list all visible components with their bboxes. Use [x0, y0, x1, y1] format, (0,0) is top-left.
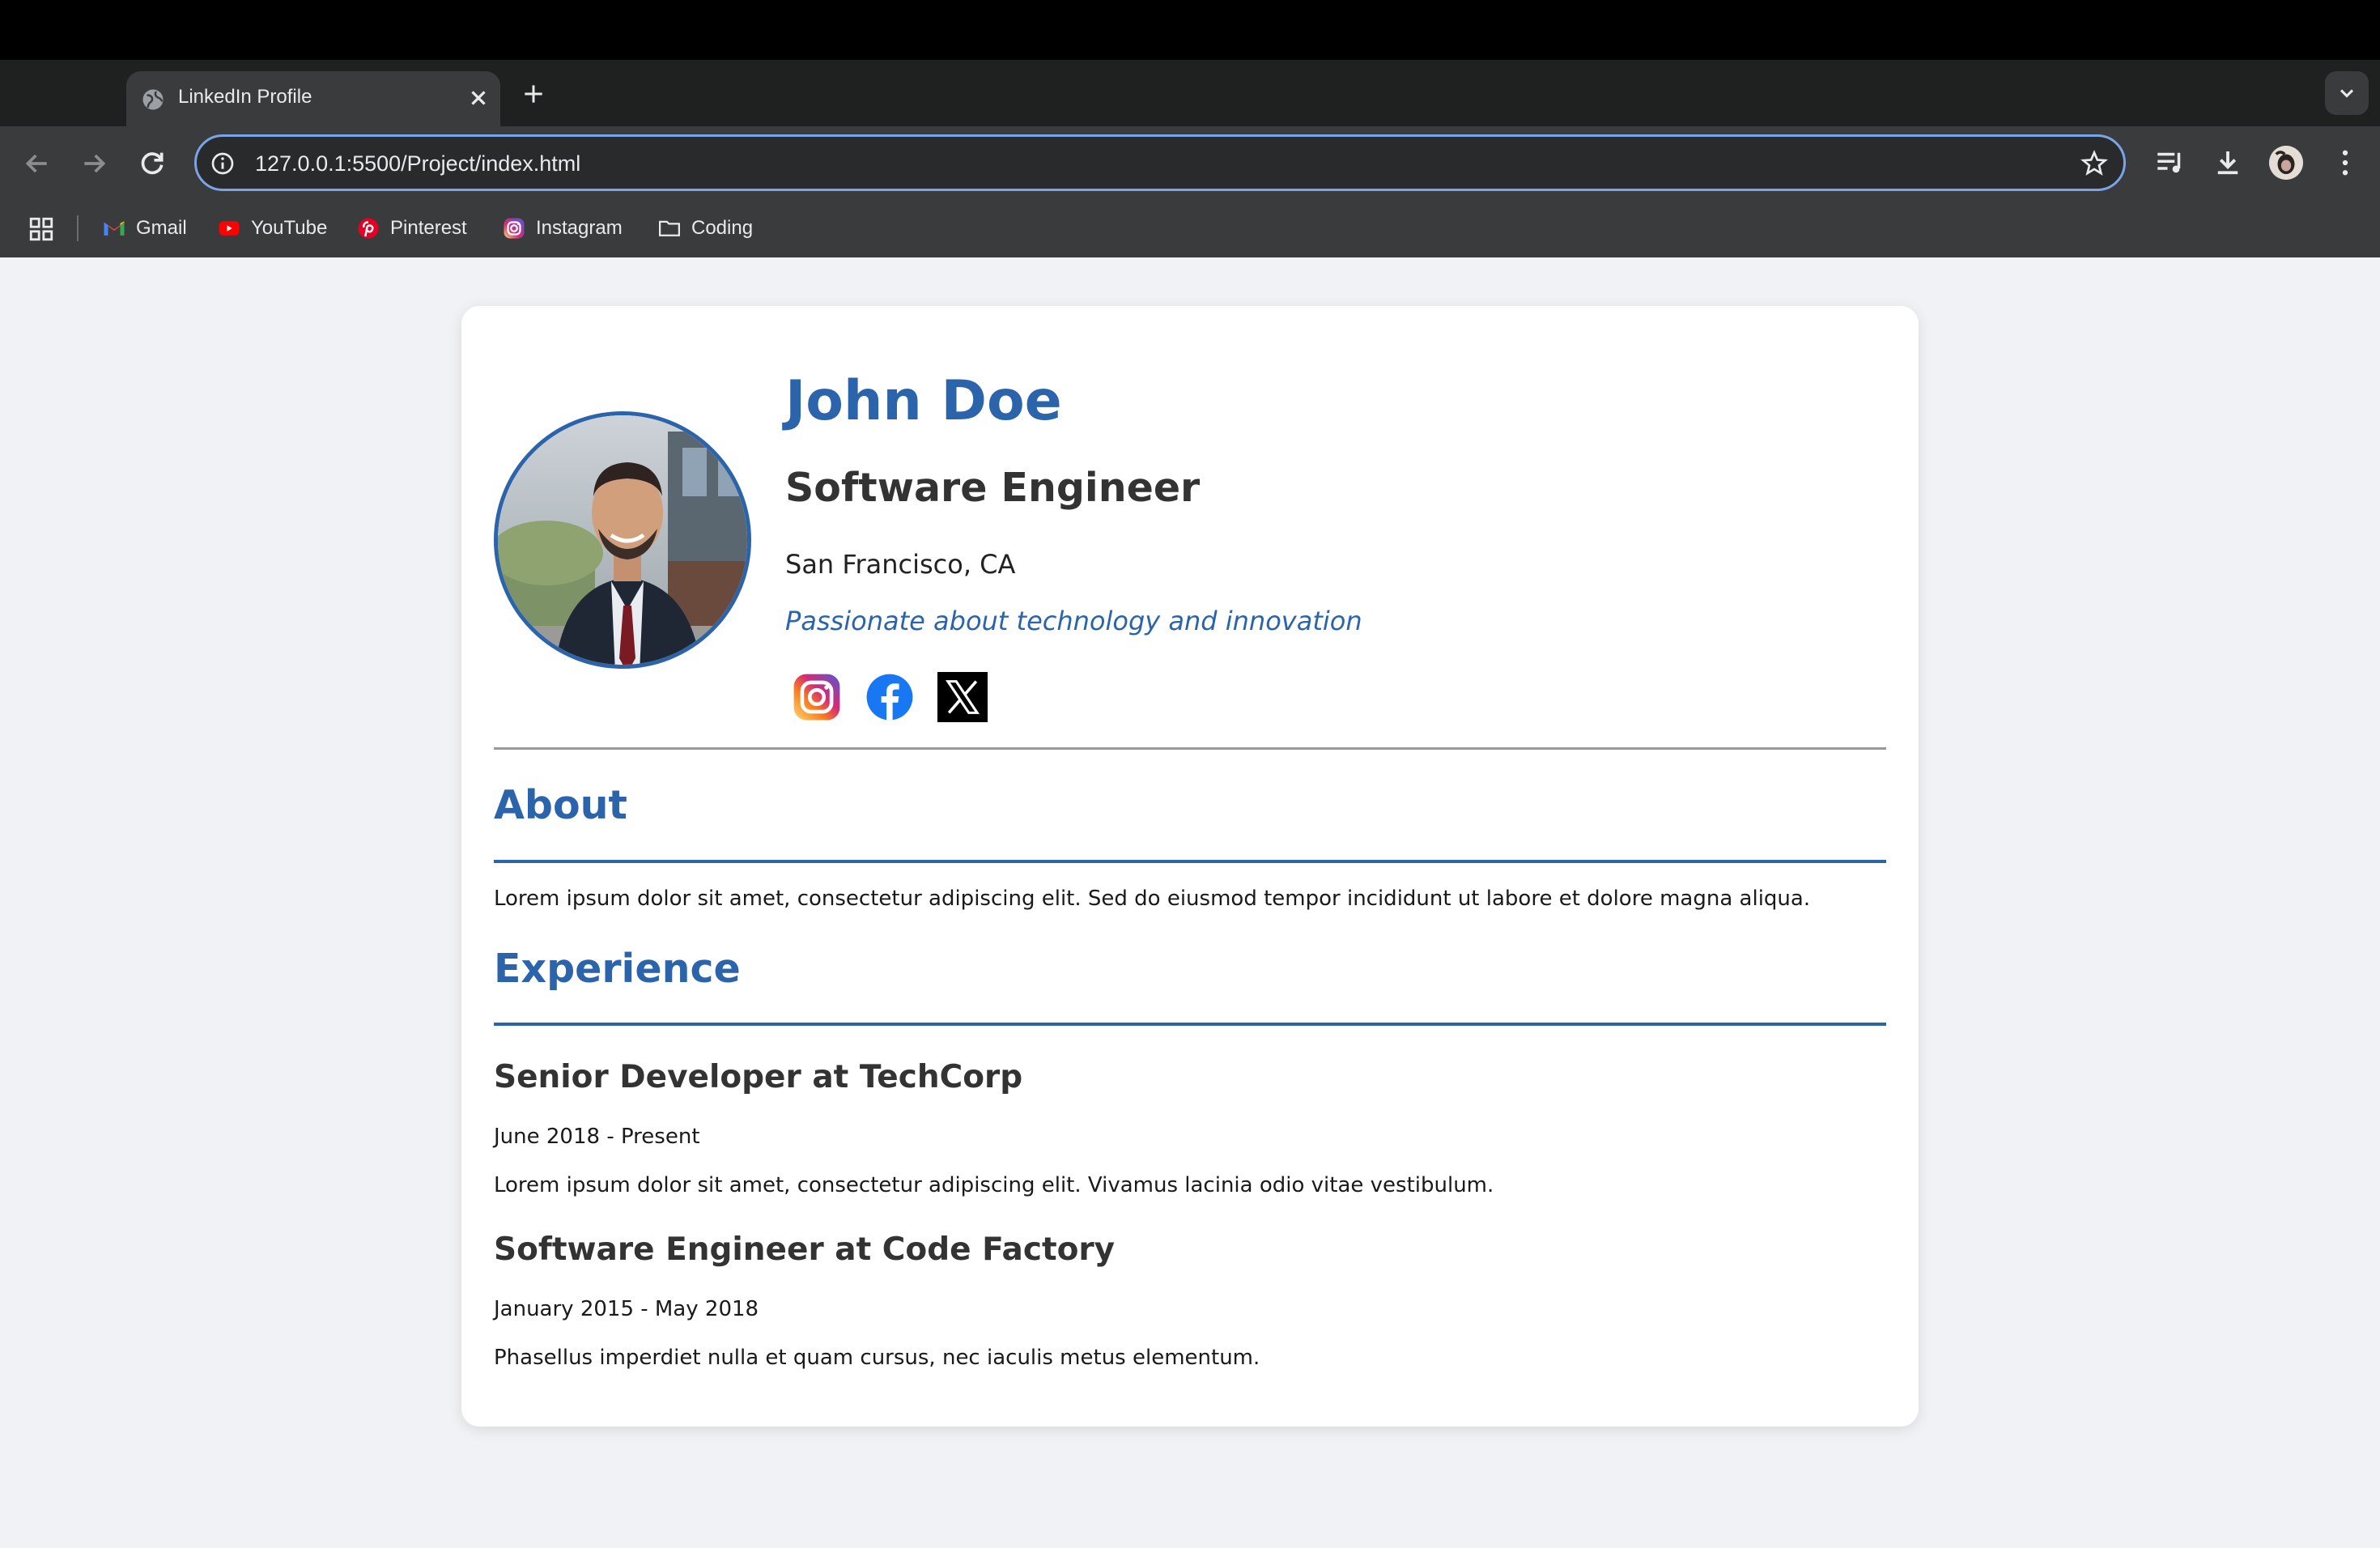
bookmark-youtube[interactable]: YouTube — [217, 214, 327, 243]
os-top-bar — [0, 0, 2380, 60]
header-divider — [494, 747, 1886, 750]
bookmarks-bar: Gmail YouTube Pinterest Instagram Coding — [0, 201, 2380, 257]
profile-title: Software Engineer — [785, 465, 1201, 511]
job-title: Senior Developer at TechCorp — [494, 1059, 1023, 1095]
reload-icon[interactable] — [136, 147, 168, 180]
x-icon[interactable] — [937, 672, 988, 722]
job-dates: January 2015 - May 2018 — [494, 1297, 759, 1321]
apps-grid-icon[interactable] — [28, 215, 55, 243]
new-tab-button[interactable] — [521, 81, 546, 107]
portrait-image — [498, 415, 747, 665]
facebook-icon[interactable] — [865, 672, 915, 722]
tab-title: LinkedIn Profile — [178, 86, 312, 108]
bookmark-label: Gmail — [136, 217, 187, 239]
tab-search-button[interactable] — [2325, 71, 2369, 115]
instagram-icon[interactable] — [792, 672, 842, 722]
instagram-icon — [504, 218, 525, 239]
youtube-icon — [219, 221, 240, 236]
experience-divider — [494, 1023, 1886, 1026]
profile-photo — [494, 411, 751, 669]
profile-location: San Francisco, CA — [785, 549, 1016, 580]
browser-toolbar: 127.0.0.1:5500/Project/index.html — [0, 126, 2380, 201]
address-bar[interactable]: 127.0.0.1:5500/Project/index.html — [194, 134, 2126, 191]
profile-tagline: Passionate about technology and innovati… — [785, 606, 1362, 636]
about-heading: About — [494, 782, 627, 828]
bookmark-label: Instagram — [536, 217, 623, 239]
bookmark-instagram[interactable]: Instagram — [502, 214, 623, 243]
download-icon[interactable] — [2211, 146, 2245, 180]
chevron-down-icon — [2340, 89, 2354, 98]
close-icon[interactable] — [466, 86, 491, 110]
bookmark-label: Coding — [691, 217, 754, 239]
experience-heading: Experience — [494, 946, 741, 992]
forward-icon[interactable] — [78, 147, 110, 180]
job-description: Lorem ipsum dolor sit amet, consectetur … — [494, 1173, 1494, 1197]
bookmark-coding-folder[interactable]: Coding — [657, 214, 753, 243]
profile-avatar[interactable] — [2269, 146, 2303, 180]
media-control-icon[interactable] — [2153, 146, 2187, 180]
bookmarks-divider — [77, 215, 79, 241]
job-title: Software Engineer at Code Factory — [494, 1231, 1116, 1268]
back-icon[interactable] — [21, 147, 53, 180]
about-divider — [494, 860, 1886, 863]
tab-strip: LinkedIn Profile — [0, 60, 2380, 126]
user-avatar-icon — [2269, 146, 2303, 180]
bookmark-label: YouTube — [251, 217, 328, 239]
globe-icon — [142, 89, 164, 110]
bookmark-pinterest[interactable]: Pinterest — [356, 214, 467, 243]
job-description: Phasellus imperdiet nulla et quam cursus… — [494, 1346, 1260, 1370]
pinterest-icon — [358, 218, 379, 239]
profile-name: John Doe — [785, 369, 1062, 433]
gmail-icon — [104, 221, 125, 236]
browser-tab[interactable]: LinkedIn Profile — [126, 71, 500, 126]
profile-card: John Doe Software Engineer San Francisco… — [461, 306, 1919, 1427]
about-text: Lorem ipsum dolor sit amet, consectetur … — [494, 887, 1811, 911]
bookmark-star-icon[interactable] — [2080, 149, 2109, 178]
folder-icon — [659, 220, 680, 236]
page-viewport: John Doe Software Engineer San Francisco… — [0, 257, 2380, 1548]
job-dates: June 2018 - Present — [494, 1125, 700, 1149]
bookmark-gmail[interactable]: Gmail — [102, 214, 187, 243]
menu-kebab-icon[interactable] — [2328, 146, 2362, 180]
site-info-icon[interactable] — [210, 151, 236, 176]
bookmark-label: Pinterest — [390, 217, 467, 239]
url-text: 127.0.0.1:5500/Project/index.html — [255, 151, 581, 176]
